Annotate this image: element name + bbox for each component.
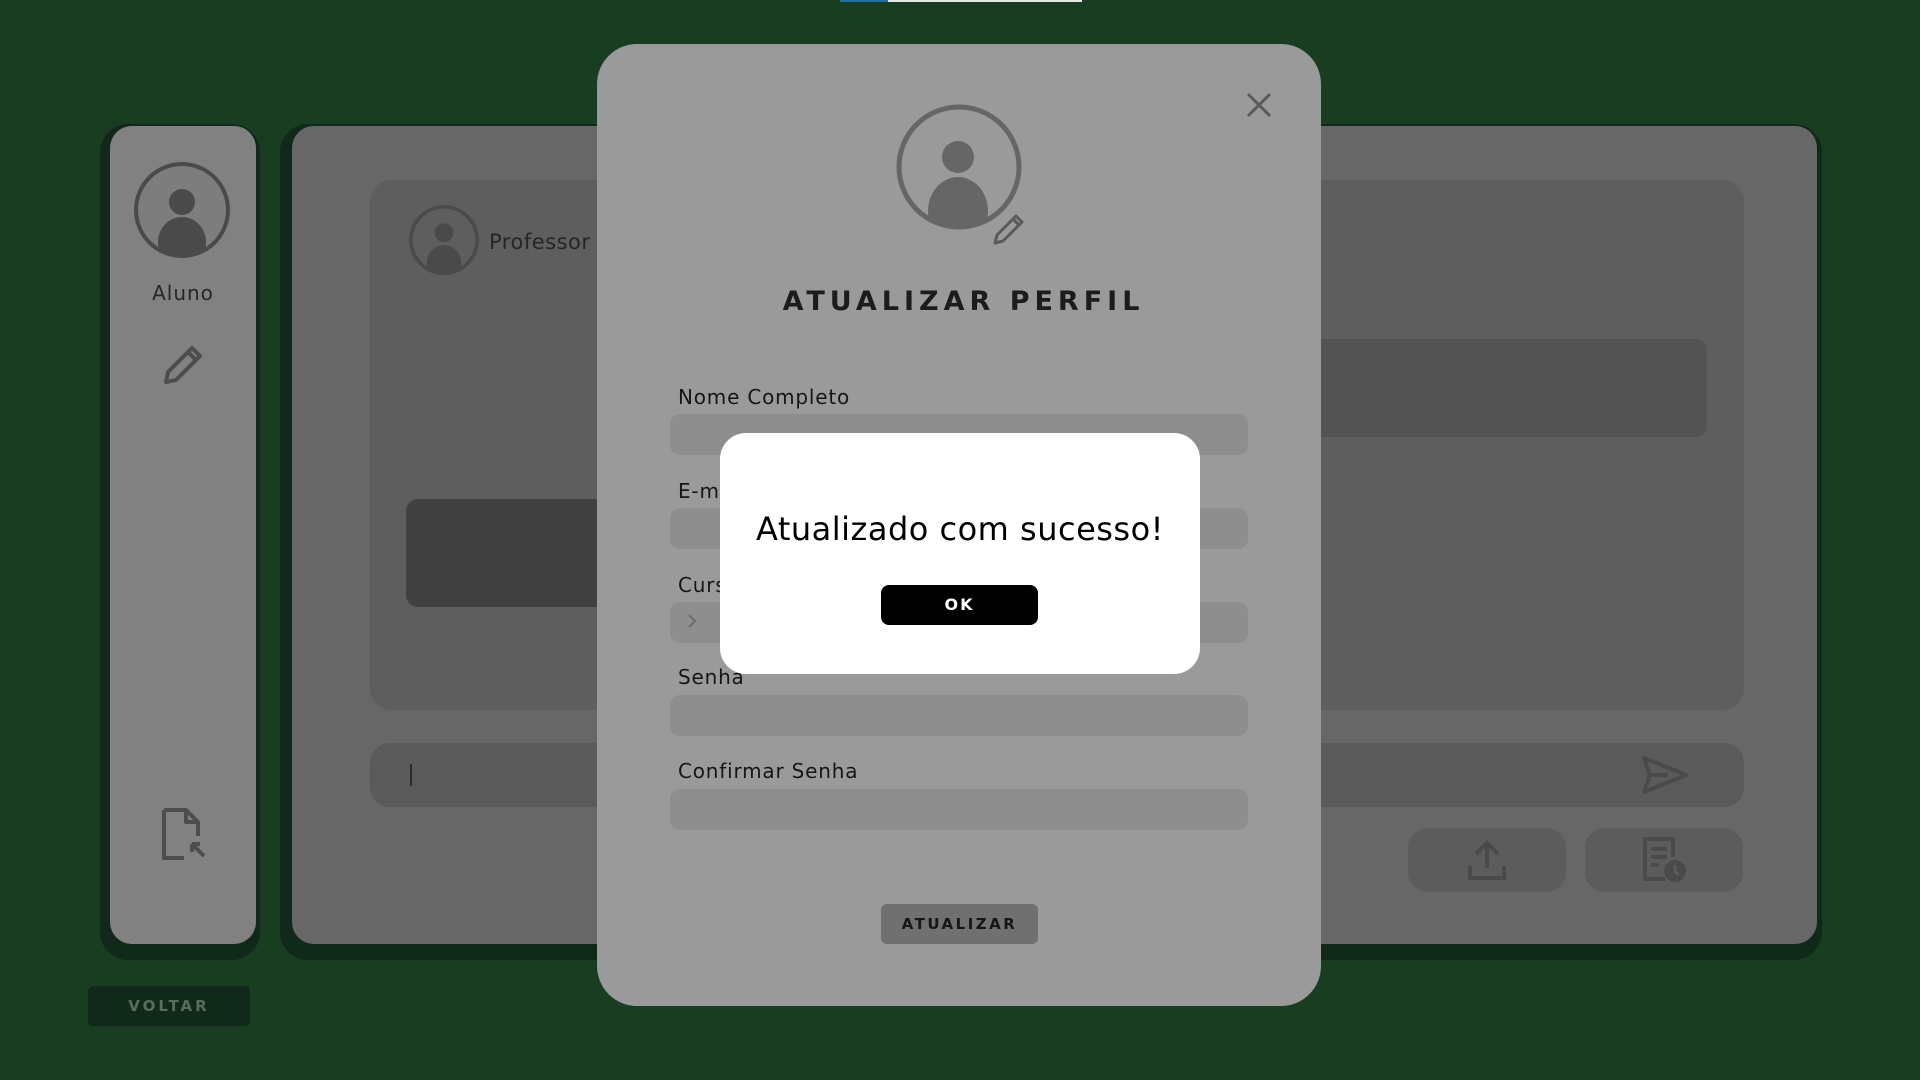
upload-button[interactable] — [1408, 828, 1566, 892]
chat-message-bubble — [1300, 339, 1707, 437]
alert-message: Atualizado com sucesso! — [755, 510, 1164, 548]
password-field[interactable] — [670, 695, 1248, 736]
success-alert — [720, 433, 1200, 674]
file-export-icon[interactable] — [158, 806, 210, 864]
user-avatar-icon[interactable] — [132, 160, 232, 260]
chevron-right-icon — [688, 614, 697, 628]
update-button[interactable]: ATUALIZAR — [881, 904, 1038, 944]
pencil-icon[interactable] — [158, 340, 208, 390]
top-indicator — [840, 0, 1082, 2]
confirm-password-label: Confirmar Senha — [678, 759, 859, 783]
modal-title: ATUALIZAR PERFIL — [782, 286, 1145, 317]
upload-icon — [1468, 840, 1506, 880]
history-report-icon — [1643, 837, 1686, 882]
contact-name: Professor — [489, 230, 591, 254]
contact-avatar-icon — [409, 205, 479, 275]
confirm-password-field[interactable] — [670, 789, 1248, 830]
edit-avatar-icon[interactable] — [990, 210, 1028, 248]
history-button[interactable] — [1585, 828, 1743, 892]
send-icon[interactable] — [1640, 752, 1690, 798]
close-icon[interactable] — [1242, 88, 1276, 122]
user-role-label: Aluno — [152, 281, 214, 305]
back-button[interactable]: VOLTAR — [88, 986, 250, 1026]
text-caret — [410, 764, 412, 786]
ok-button[interactable]: OK — [881, 585, 1038, 625]
name-label: Nome Completo — [678, 385, 851, 409]
